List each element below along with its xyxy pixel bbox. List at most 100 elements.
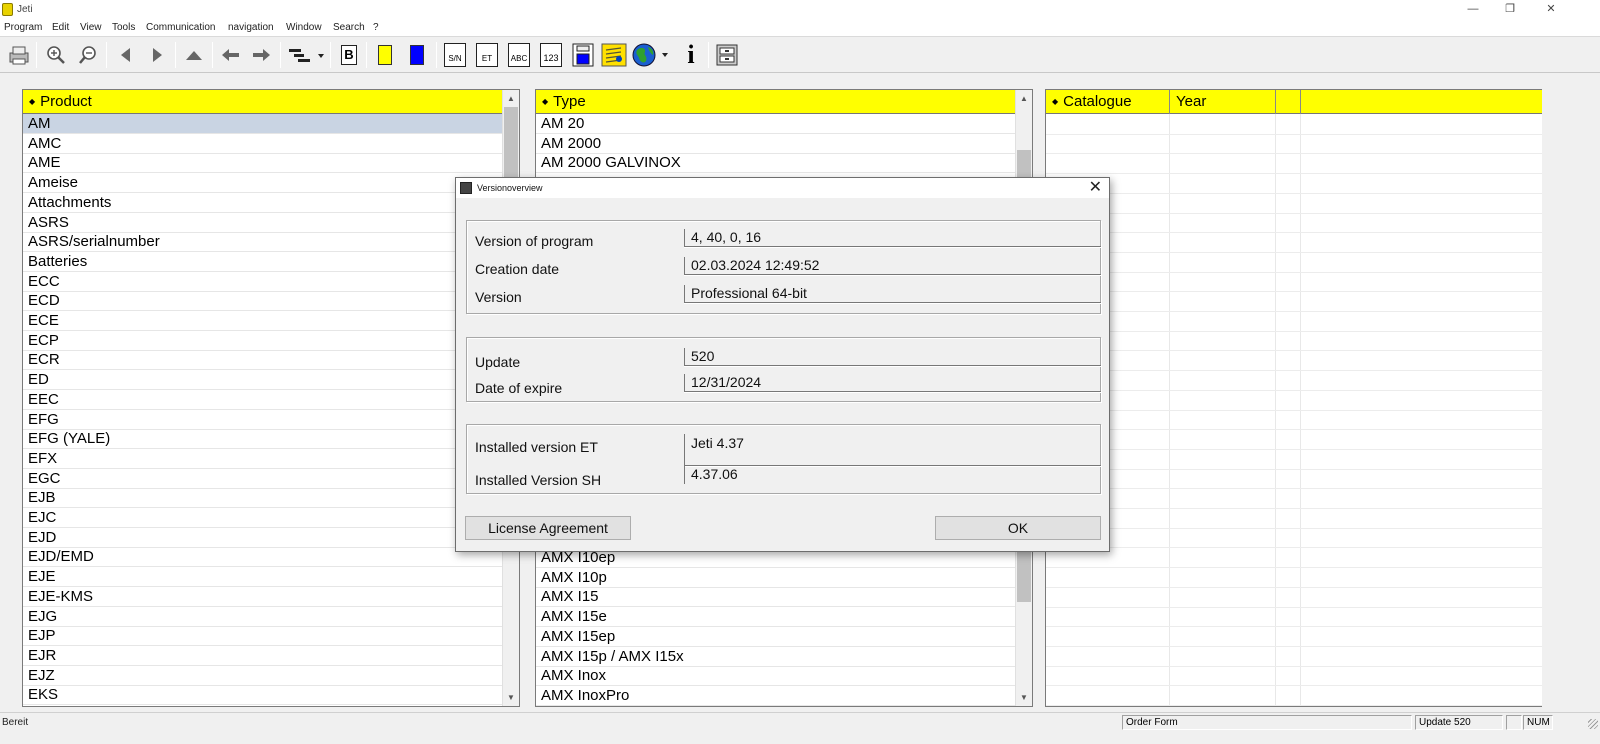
type-header[interactable]: ◆ Type bbox=[536, 90, 1017, 114]
grid-row-line bbox=[1046, 212, 1542, 214]
product-list-item[interactable]: EJE-KMS bbox=[23, 587, 504, 607]
product-list-item[interactable]: EJG bbox=[23, 607, 504, 627]
up-triangle-icon[interactable] bbox=[181, 41, 207, 69]
back-arrow-icon[interactable] bbox=[217, 41, 245, 69]
zoom-in-icon[interactable] bbox=[42, 41, 70, 69]
product-list-item[interactable]: EJP bbox=[23, 626, 504, 647]
bookmark-b-icon[interactable]: B bbox=[336, 41, 362, 69]
product-list-item[interactable]: ASRS bbox=[23, 213, 504, 233]
dialog-close-icon[interactable]: ✕ bbox=[1089, 178, 1102, 198]
menu-communication[interactable]: Communication bbox=[146, 22, 215, 33]
installed-sh-value: 4.37.06 bbox=[684, 466, 1101, 484]
product-list-item[interactable]: ECR bbox=[23, 350, 504, 371]
grid-row-line bbox=[1046, 251, 1542, 253]
tree-view-icon[interactable] bbox=[286, 41, 326, 69]
yellow-book-icon[interactable] bbox=[600, 41, 628, 69]
restore-button[interactable]: ❐ bbox=[1495, 1, 1525, 19]
abc-icon[interactable]: ABC bbox=[505, 41, 533, 69]
product-list-item[interactable]: Ameise bbox=[23, 173, 504, 194]
menu-search[interactable]: Search bbox=[333, 22, 365, 33]
year-column-header[interactable]: Year bbox=[1170, 90, 1276, 114]
menu-view[interactable]: View bbox=[80, 22, 102, 33]
product-list-item[interactable]: Attachments bbox=[23, 193, 504, 213]
product-list-item[interactable]: ECE bbox=[23, 311, 504, 331]
grid-row-line bbox=[1046, 508, 1542, 509]
product-list-item[interactable]: EJR bbox=[23, 646, 504, 666]
zoom-out-icon[interactable] bbox=[74, 41, 102, 69]
product-list-item[interactable]: EEC bbox=[23, 390, 504, 410]
yellow-color-icon[interactable] bbox=[372, 41, 398, 69]
product-list-item[interactable]: EJB bbox=[23, 488, 504, 509]
type-list-item[interactable]: AMX I10p bbox=[536, 568, 1017, 588]
status-order-form: Order Form bbox=[1122, 715, 1412, 730]
product-list-item[interactable]: ASRS/serialnumber bbox=[23, 232, 504, 253]
menu-window[interactable]: Window bbox=[286, 22, 322, 33]
product-panel: ◆ Product AM AMC AME Ameise Attachments ASRS AS… bbox=[22, 89, 520, 707]
product-list-item[interactable]: AMC bbox=[23, 134, 504, 154]
dialog-title: Versionoverview bbox=[477, 183, 543, 193]
product-list-item[interactable]: EKS bbox=[23, 685, 504, 706]
grid-row-line bbox=[1046, 173, 1542, 175]
license-agreement-button[interactable]: License Agreement bbox=[465, 516, 631, 540]
status-bar: Bereit Order Form Update 520 NUM bbox=[0, 712, 1600, 732]
type-list-item[interactable]: AMX Inox bbox=[536, 666, 1017, 687]
type-list-item[interactable]: AMX InoxPro bbox=[536, 686, 1017, 706]
product-list-item[interactable]: ECC bbox=[23, 272, 504, 292]
product-list-item[interactable]: EFG (YALE) bbox=[23, 429, 504, 450]
info-icon[interactable]: i bbox=[678, 40, 704, 69]
close-button[interactable]: ✕ bbox=[1536, 1, 1566, 19]
product-list-item[interactable]: AM bbox=[23, 114, 504, 134]
product-list-item[interactable]: AME bbox=[23, 153, 504, 174]
number-123-icon[interactable]: 123 bbox=[537, 41, 565, 69]
product-header[interactable]: ◆ Product bbox=[23, 90, 504, 114]
product-list-item[interactable]: EJZ bbox=[23, 666, 504, 686]
minimize-button[interactable]: — bbox=[1458, 1, 1488, 19]
ok-button[interactable]: OK bbox=[935, 516, 1101, 540]
grid-row-line bbox=[1046, 153, 1542, 155]
update-info-group: Update 520 Date of expire 12/31/2024 bbox=[466, 337, 1101, 402]
product-list-item[interactable]: EGC bbox=[23, 469, 504, 489]
grid-row-line bbox=[1046, 665, 1542, 667]
extra-column-header[interactable] bbox=[1276, 90, 1301, 114]
menu-navigation[interactable]: navigation bbox=[228, 22, 274, 33]
catalogue-grid[interactable] bbox=[1046, 114, 1542, 706]
globe-icon[interactable] bbox=[630, 41, 670, 69]
menu-tools[interactable]: Tools bbox=[112, 22, 135, 33]
field-label: Version bbox=[475, 289, 522, 305]
et-icon[interactable]: ET bbox=[473, 41, 501, 69]
product-list-item[interactable]: EFG bbox=[23, 410, 504, 430]
menu-program[interactable]: Program bbox=[4, 22, 42, 33]
type-list-item[interactable]: AM 2000 GALVINOX bbox=[536, 153, 1017, 174]
type-list-item[interactable]: AM 20 bbox=[536, 114, 1017, 134]
save-icon[interactable] bbox=[569, 41, 597, 69]
blue-color-icon[interactable] bbox=[404, 41, 430, 69]
serial-number-icon[interactable]: S/N bbox=[441, 41, 469, 69]
product-list-item[interactable]: EJD bbox=[23, 528, 504, 548]
type-list-item[interactable]: AM 2000 bbox=[536, 134, 1017, 154]
product-list-item[interactable]: Batteries bbox=[23, 252, 504, 272]
cabinet-icon[interactable] bbox=[713, 41, 741, 69]
type-list-item[interactable]: AMX I15ep bbox=[536, 627, 1017, 647]
menu-edit[interactable]: Edit bbox=[52, 22, 69, 33]
catalogue-column-header[interactable]: ◆ Catalogue bbox=[1046, 90, 1170, 114]
product-list-item[interactable]: ECD bbox=[23, 291, 504, 312]
menu-bar: Program Edit View Tools Communication na… bbox=[0, 20, 1600, 37]
product-list-item[interactable]: EFX bbox=[23, 449, 504, 469]
grid-row-line bbox=[1046, 645, 1542, 647]
forward-arrow-icon[interactable] bbox=[247, 41, 275, 69]
type-list-item[interactable]: AMX I15 bbox=[536, 587, 1017, 608]
product-list-item[interactable]: ECP bbox=[23, 331, 504, 351]
menu-help[interactable]: ? bbox=[373, 22, 379, 33]
print-icon[interactable] bbox=[5, 41, 33, 69]
product-list-item[interactable]: ED bbox=[23, 370, 504, 391]
type-list-item[interactable]: AMX I15e bbox=[536, 607, 1017, 628]
installed-versions-group: Installed version ET Jeti 4.37 Installed… bbox=[466, 424, 1101, 494]
prev-triangle-icon[interactable] bbox=[112, 41, 138, 69]
product-list-item[interactable]: EJD/EMD bbox=[23, 547, 504, 568]
product-list-item[interactable]: EJE bbox=[23, 567, 504, 588]
resize-grip[interactable] bbox=[1588, 719, 1598, 729]
type-list-item[interactable]: AMX I15p / AMX I15x bbox=[536, 647, 1017, 667]
grid-row-line bbox=[1046, 291, 1542, 293]
next-triangle-icon[interactable] bbox=[144, 41, 170, 69]
product-list-item[interactable]: EJC bbox=[23, 508, 504, 528]
